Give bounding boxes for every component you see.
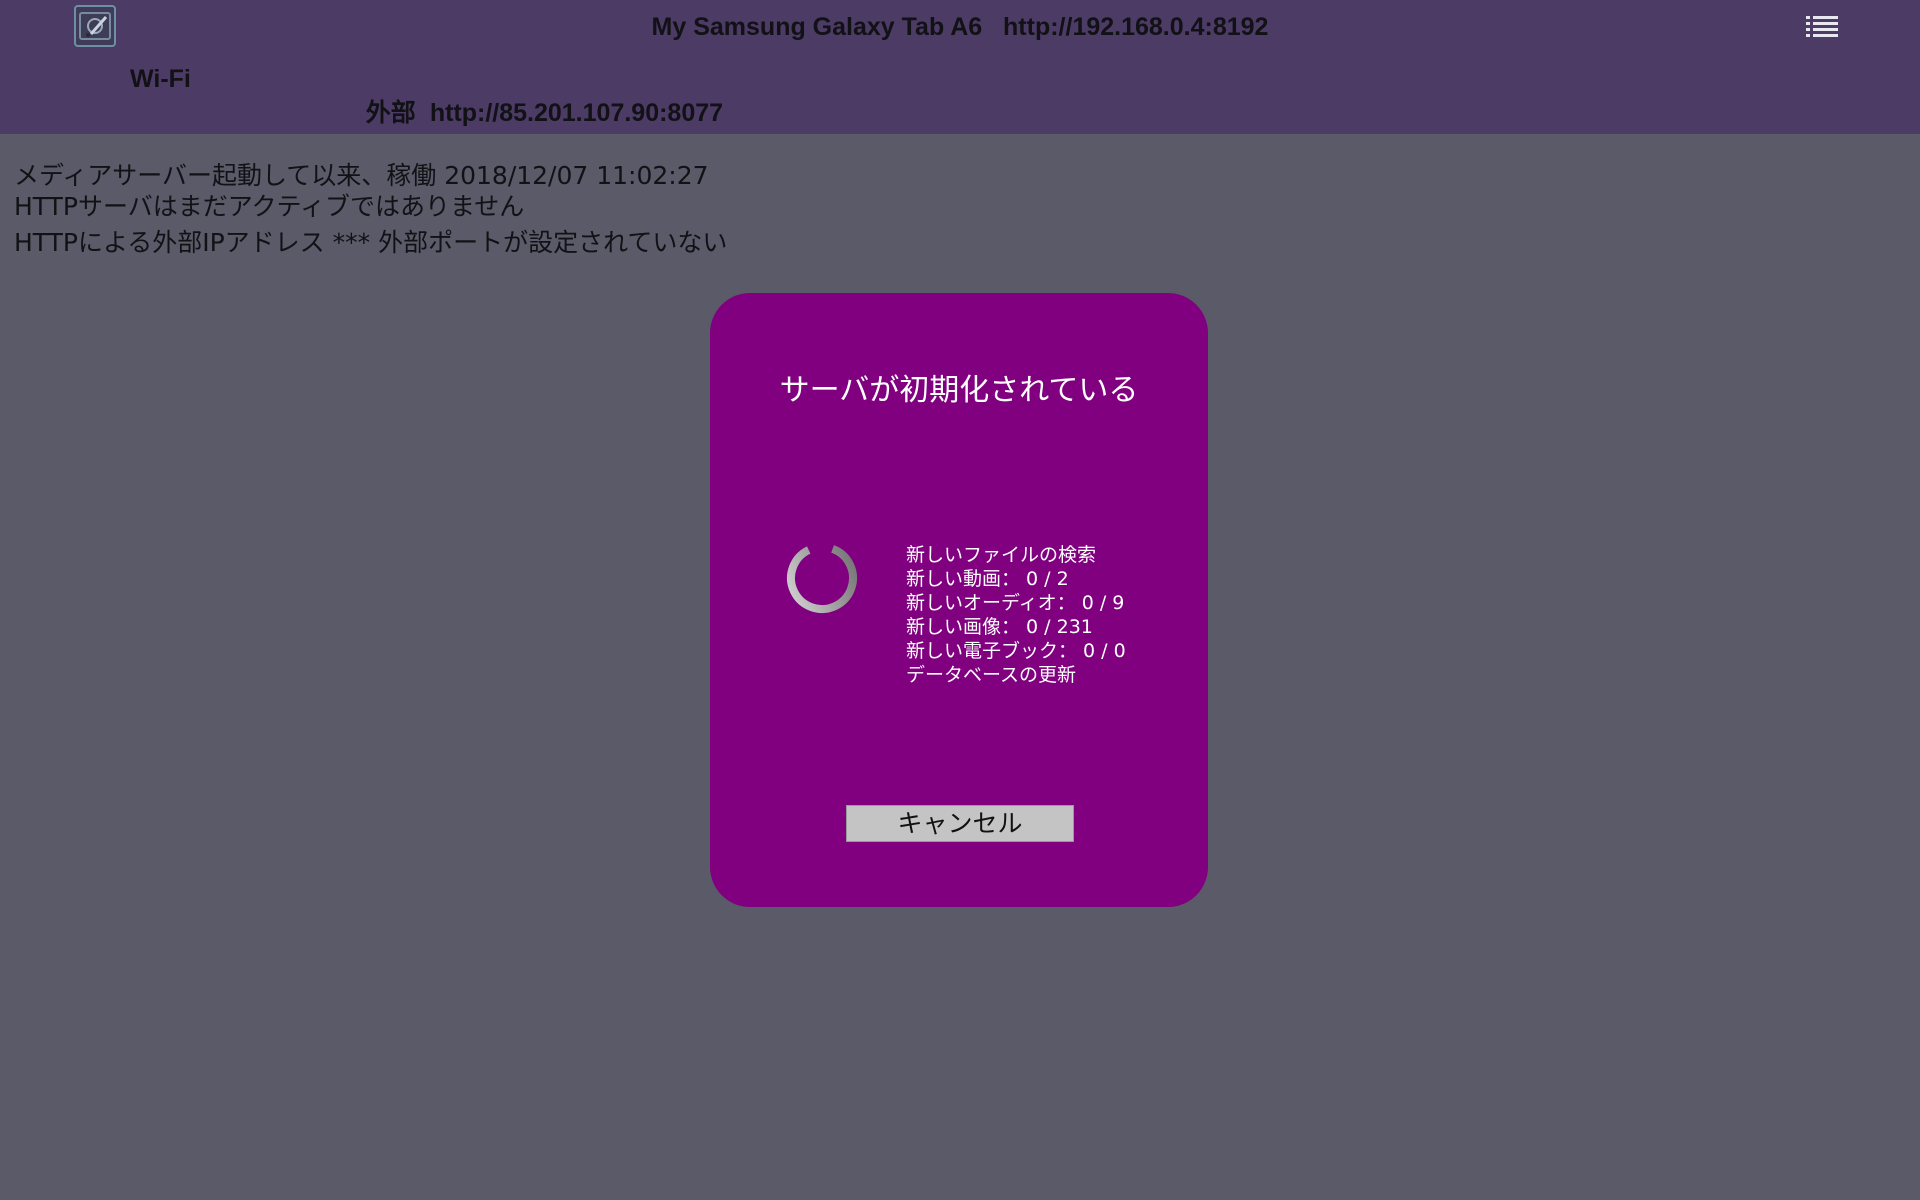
cancel-button[interactable]: キャンセル: [846, 805, 1074, 842]
progress-videos: 新しい動画： 0 / 2: [906, 568, 1069, 590]
wifi-label: Wi-Fi: [130, 65, 191, 93]
progress-ebooks: 新しい電子ブック： 0 / 0: [906, 640, 1126, 662]
progress-database-update: データベースの更新: [906, 664, 1077, 686]
server-status: メディアサーバー起動して以来、稼働 2018/12/07 11:02:27 HT…: [14, 160, 727, 258]
status-http-server: HTTPサーバはまだアクティブではありません: [14, 192, 525, 221]
progress-audio: 新しいオーディオ： 0 / 9: [906, 592, 1125, 614]
page-title: My Samsung Galaxy Tab A6 http://192.168.…: [651, 13, 1269, 41]
external-address: 外部 http://85.201.107.90:8077: [338, 62, 723, 164]
list-menu-icon[interactable]: [1806, 14, 1840, 38]
top-bar: My Samsung Galaxy Tab A6 http://192.168.…: [0, 0, 1920, 134]
progress-search-files: 新しいファイルの検索: [906, 544, 1097, 566]
dialog-title: サーバが初期化されている: [779, 373, 1139, 408]
initializing-dialog: サーバが初期化されている 新しいファイルの検索 新しい動画： 0 / 2 新しい…: [710, 293, 1208, 907]
progress-list: 新しいファイルの検索 新しい動画： 0 / 2 新しいオーディオ： 0 / 9 …: [906, 543, 1126, 687]
status-external-ip: HTTPによる外部IPアドレス *** 外部ポートが設定されていない: [14, 228, 728, 257]
external-label: 外部: [365, 99, 416, 127]
external-url[interactable]: http://85.201.107.90:8077: [430, 99, 723, 127]
progress-images: 新しい画像： 0 / 231: [906, 616, 1093, 638]
loading-spinner-icon: [786, 542, 858, 614]
status-uptime: メディアサーバー起動して以来、稼働 2018/12/07 11:02:27: [14, 161, 709, 190]
